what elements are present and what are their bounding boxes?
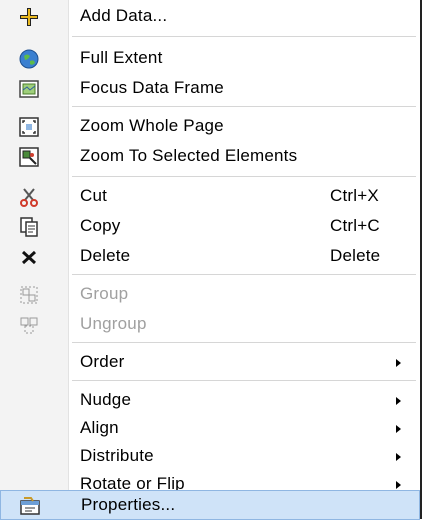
menu-item-add-data[interactable]: Add Data... [0, 2, 420, 32]
shortcut-label: Ctrl+X [330, 186, 379, 205]
menu-separator [72, 176, 416, 177]
menu-item-label: Group [80, 284, 129, 303]
menu-separator [72, 36, 416, 37]
menu-item-nudge[interactable]: Nudge [0, 386, 420, 416]
menu-item-distribute[interactable]: Distribute [0, 442, 420, 472]
menu-item-ungroup[interactable]: Ungroup [0, 310, 420, 340]
menu-item-zoom-whole-page[interactable]: Zoom Whole Page [0, 112, 420, 142]
menu-item-align[interactable]: Align [0, 414, 420, 444]
zoom-page-icon [18, 116, 40, 138]
menu-item-order[interactable]: Order [0, 348, 420, 378]
menu-item-copy[interactable]: Copy Ctrl+C [0, 212, 420, 242]
submenu-arrow-icon [396, 397, 401, 405]
shortcut-label: Delete [330, 246, 381, 265]
menu-item-label: Zoom Whole Page [80, 116, 224, 135]
add-data-icon [18, 6, 40, 28]
menu-item-group[interactable]: Group [0, 280, 420, 310]
scissors-icon [18, 186, 40, 208]
menu-item-label: Focus Data Frame [80, 78, 224, 97]
submenu-arrow-icon [396, 425, 401, 433]
menu-separator [72, 106, 416, 107]
submenu-arrow-icon [396, 359, 401, 367]
submenu-arrow-icon [396, 453, 401, 461]
menu-item-label: Properties... [81, 495, 176, 514]
menu-separator [72, 342, 416, 343]
menu-item-cut[interactable]: Cut Ctrl+X [0, 182, 420, 212]
menu-separator [72, 274, 416, 275]
menu-item-zoom-to-selected[interactable]: Zoom To Selected Elements [0, 142, 420, 172]
submenu-arrow-icon [396, 481, 401, 489]
menu-item-label: Align [80, 418, 119, 437]
shortcut-label: Ctrl+C [330, 216, 380, 235]
globe-icon [18, 48, 40, 70]
menu-separator [72, 380, 416, 381]
menu-item-label: Distribute [80, 446, 154, 465]
menu-item-label: Add Data... [80, 6, 168, 25]
ungroup-icon [18, 314, 40, 336]
menu-item-delete[interactable]: Delete Delete [0, 242, 420, 272]
focus-frame-icon [18, 78, 40, 100]
menu-item-full-extent[interactable]: Full Extent [0, 44, 420, 74]
group-icon [18, 284, 40, 306]
menu-item-focus-data-frame[interactable]: Focus Data Frame [0, 74, 420, 104]
copy-icon [18, 216, 40, 238]
menu-item-label: Full Extent [80, 48, 163, 67]
menu-item-label: Delete [80, 246, 131, 265]
menu-item-properties[interactable]: Properties... [0, 490, 420, 520]
properties-icon [19, 495, 41, 517]
context-menu: Add Data... Full Extent Focus Data Frame… [0, 0, 422, 520]
menu-item-label: Nudge [80, 390, 132, 409]
menu-item-label: Cut [80, 186, 108, 205]
menu-item-label: Ungroup [80, 314, 147, 333]
delete-x-icon [18, 246, 40, 268]
menu-item-label: Zoom To Selected Elements [80, 146, 298, 165]
menu-item-label: Order [80, 352, 125, 371]
menu-item-label: Copy [80, 216, 121, 235]
zoom-selected-icon [18, 146, 40, 168]
